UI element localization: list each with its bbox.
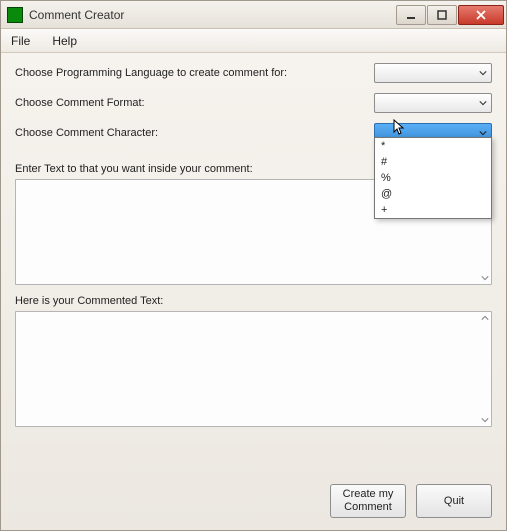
combo-language[interactable] [374,63,492,83]
label-language: Choose Programming Language to create co… [15,67,374,79]
chevron-down-icon [481,416,489,424]
row-format: Choose Comment Format: [15,93,492,113]
maximize-icon [437,10,447,20]
chevron-up-icon [481,314,489,322]
dropdown-option[interactable]: % [375,170,491,186]
close-icon [475,10,487,20]
chevron-down-icon [479,129,487,137]
chevron-down-icon [481,274,489,282]
label-character: Choose Comment Character: [15,127,374,139]
output-textarea[interactable] [15,311,492,427]
close-button[interactable] [458,5,504,25]
minimize-button[interactable] [396,5,426,25]
maximize-button[interactable] [427,5,457,25]
row-language: Choose Programming Language to create co… [15,63,492,83]
titlebar: Comment Creator [1,1,506,29]
minimize-icon [406,10,416,20]
dropdown-character-popup: * # % @ + [374,137,492,219]
button-row: Create my Comment Quit [15,472,492,518]
dropdown-option[interactable]: # [375,154,491,170]
dropdown-option[interactable]: * [375,138,491,154]
chevron-down-icon [479,69,487,77]
app-window: Comment Creator File Help Choose Program… [0,0,507,531]
label-output-text: Here is your Commented Text: [15,295,492,307]
label-format: Choose Comment Format: [15,97,374,109]
create-comment-button[interactable]: Create my Comment [330,484,406,518]
window-title: Comment Creator [29,8,395,22]
menu-help[interactable]: Help [48,32,81,50]
content-area: Choose Programming Language to create co… [1,53,506,530]
menubar: File Help [1,29,506,53]
dropdown-option[interactable]: + [375,202,491,218]
scrollbar-up[interactable] [481,314,489,322]
chevron-down-icon [479,99,487,107]
combo-format[interactable] [374,93,492,113]
scrollbar-down[interactable] [481,416,489,424]
app-icon [7,7,23,23]
window-controls [395,5,504,25]
dropdown-option[interactable]: @ [375,186,491,202]
menu-file[interactable]: File [7,32,34,50]
scrollbar-down[interactable] [481,274,489,282]
quit-button[interactable]: Quit [416,484,492,518]
